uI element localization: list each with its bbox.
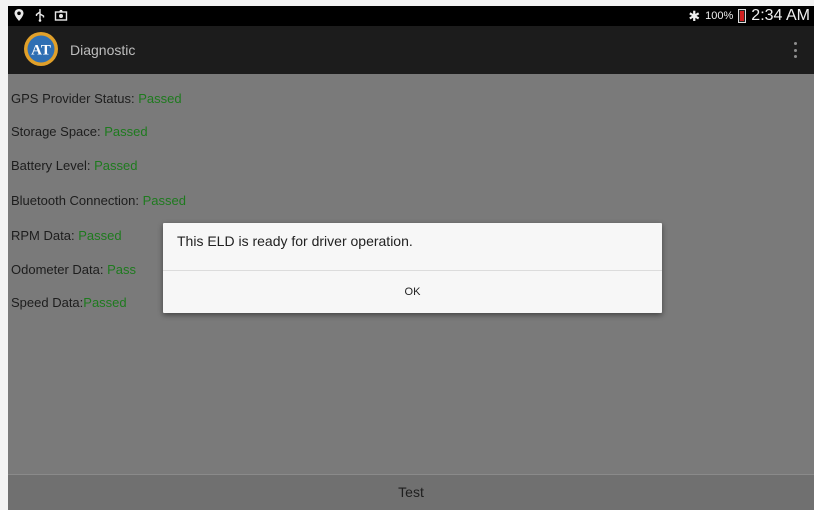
app-logo[interactable]: AT	[22, 30, 60, 68]
page-title: Diagnostic	[70, 42, 136, 58]
check-row-gps: GPS Provider Status: Passed	[11, 91, 182, 106]
ok-button[interactable]: OK	[163, 271, 662, 313]
screenshot-frame: ✱ 100% 2:34 AM AT Diagnostic GPS Provide…	[0, 0, 814, 510]
check-row-storage: Storage Space: Passed	[11, 124, 148, 139]
check-status: Passed	[138, 91, 182, 106]
check-label: Speed Data:	[11, 295, 84, 310]
check-label: GPS Provider Status:	[11, 91, 135, 106]
check-row-bluetooth: Bluetooth Connection: Passed	[11, 193, 186, 208]
check-label: Storage Space:	[11, 124, 101, 139]
bluetooth-icon: ✱	[688, 7, 701, 24]
usb-icon	[35, 9, 45, 22]
check-label: Odometer Data:	[11, 262, 104, 277]
overflow-menu-icon[interactable]	[794, 42, 798, 58]
status-bar: ✱ 100% 2:34 AM	[8, 6, 814, 26]
app-logo-text: AT	[31, 43, 51, 59]
location-icon	[14, 9, 24, 21]
check-label: RPM Data:	[11, 228, 75, 243]
battery-icon	[738, 9, 747, 23]
check-row-rpm: RPM Data: Passed	[11, 228, 122, 243]
check-row-battery: Battery Level: Passed	[11, 158, 138, 173]
screenshot-icon	[54, 10, 68, 21]
check-row-speed: Speed Data:Passed	[11, 295, 127, 310]
clock: 2:34 AM	[751, 7, 810, 24]
check-status: Pass	[107, 262, 137, 277]
dialog-message: This ELD is ready for driver operation.	[177, 233, 413, 249]
check-label: Bluetooth Connection:	[11, 193, 139, 208]
test-button[interactable]: Test	[8, 474, 814, 510]
check-row-odometer: Odometer Data: Pass	[11, 262, 136, 277]
check-label: Battery Level:	[11, 158, 91, 173]
check-status: Passed	[83, 295, 127, 310]
check-status: Passed	[78, 228, 122, 243]
battery-percent: 100%	[705, 10, 734, 22]
device-screen: ✱ 100% 2:34 AM AT Diagnostic GPS Provide…	[8, 6, 814, 510]
check-status: Passed	[142, 193, 186, 208]
check-status: Passed	[104, 124, 148, 139]
check-status: Passed	[94, 158, 138, 173]
action-bar: AT Diagnostic	[8, 26, 814, 74]
alert-dialog: This ELD is ready for driver operation. …	[163, 223, 662, 313]
